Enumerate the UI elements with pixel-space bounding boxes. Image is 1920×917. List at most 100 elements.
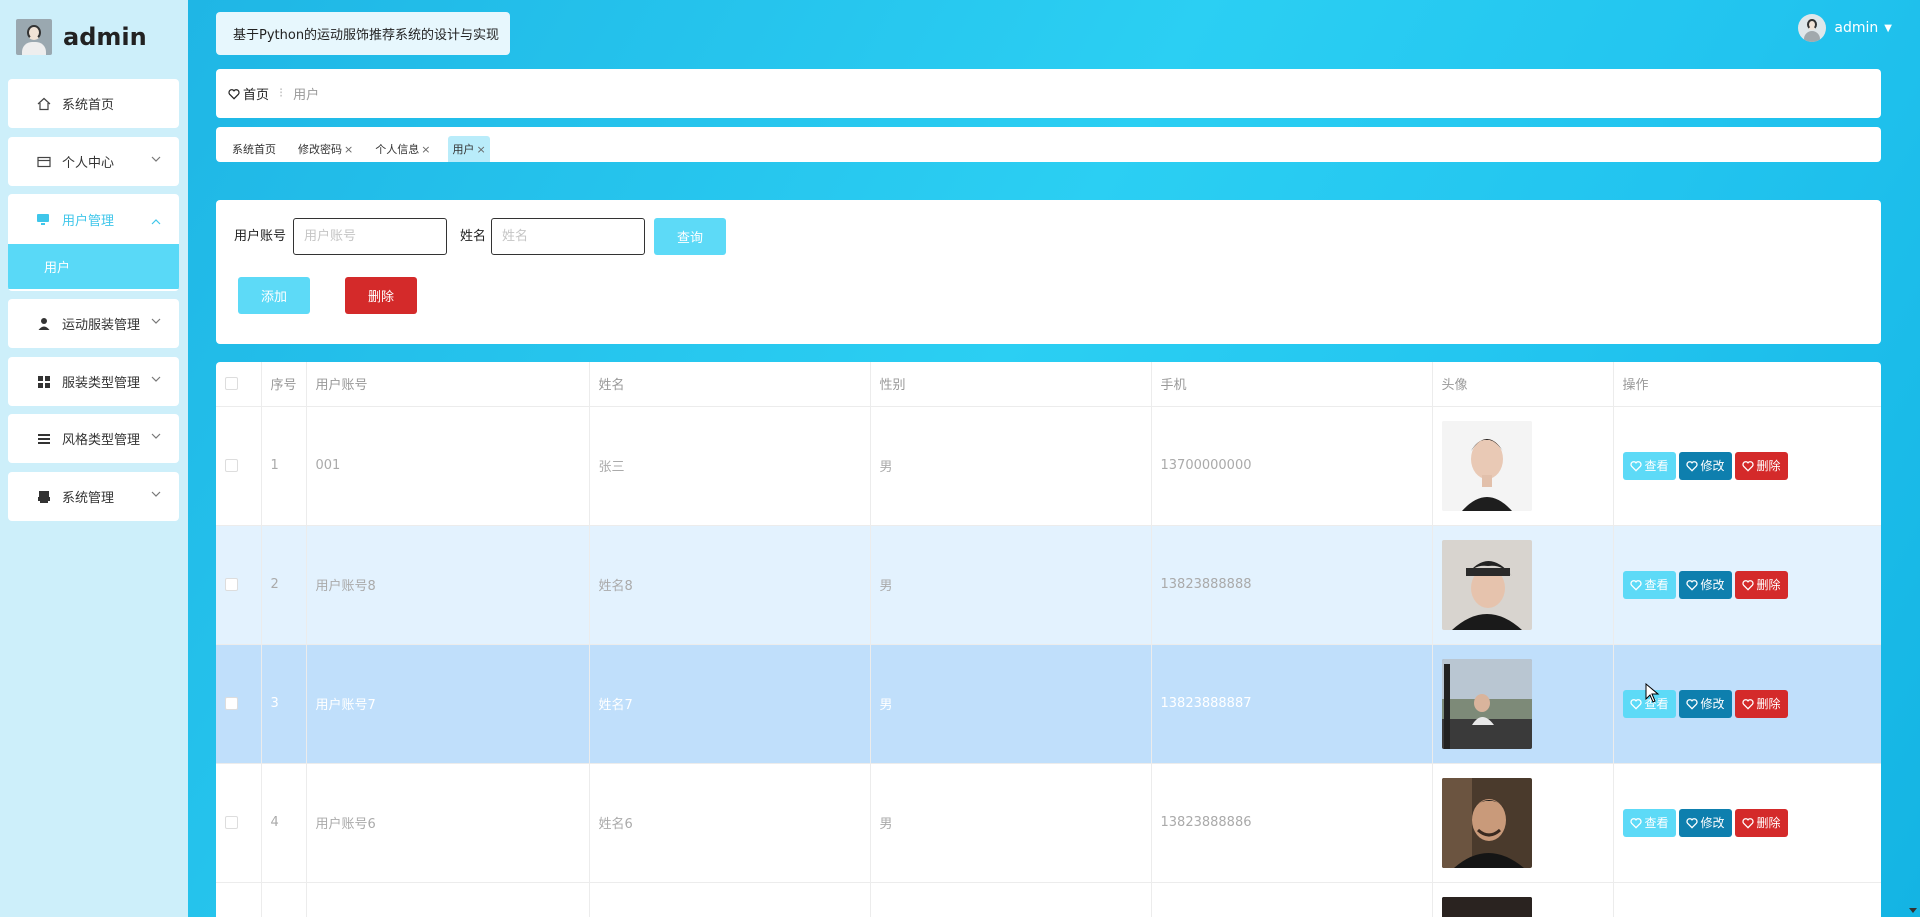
edit-button[interactable]: 修改	[1678, 689, 1732, 718]
sidebar-item-label: 用户管理	[62, 213, 115, 229]
gender-cell: 男	[870, 525, 1152, 645]
breadcrumb-home-label: 首页	[243, 88, 270, 103]
breadcrumb-home[interactable]: 首页	[228, 84, 269, 103]
edit-label: 修改	[1700, 578, 1725, 592]
row-checkbox-cell	[216, 525, 262, 645]
account-cell: 001	[306, 406, 590, 526]
avatar-cell	[1432, 644, 1614, 764]
delete-label: 删除	[1756, 459, 1781, 473]
user-name: admin	[1834, 20, 1879, 36]
delete-button[interactable]: 删除	[1734, 689, 1788, 718]
account-search-input[interactable]	[293, 218, 447, 255]
avatar	[16, 19, 52, 55]
table-row[interactable]: 1 001 张三 男 13700000000 查看 修改 删除	[216, 406, 1881, 526]
actions-cell: 查看 修改 删除	[1613, 644, 1881, 764]
brand-name: admin	[63, 23, 147, 51]
batch-delete-button[interactable]: 删除	[345, 277, 417, 314]
name-search-input[interactable]	[491, 218, 645, 255]
sidebar-item-style-type[interactable]: 风格类型管理	[8, 414, 179, 463]
tab-home[interactable]: 系统首页	[228, 136, 280, 162]
tab-change-password[interactable]: 修改密码 ×	[294, 136, 357, 162]
add-button[interactable]: 添加	[238, 277, 310, 314]
chevron-down-icon	[151, 489, 161, 500]
sidebar-item-home[interactable]: 系统首页	[8, 79, 179, 128]
edit-button[interactable]: 修改	[1678, 808, 1732, 837]
column-header: 手机	[1151, 362, 1433, 407]
select-all-checkbox[interactable]	[225, 377, 238, 391]
sidebar-brand: admin	[16, 18, 147, 56]
index-cell	[261, 882, 307, 917]
close-icon[interactable]: ×	[344, 143, 353, 156]
scroll-down-icon[interactable]	[1908, 905, 1918, 915]
person-icon	[36, 316, 52, 332]
sidebar-group-user-management: 用户管理 用户	[8, 194, 179, 291]
name-cell: 张三	[589, 406, 871, 526]
index-cell: 3	[261, 644, 307, 764]
column-header: 序号	[261, 362, 307, 407]
chevron-up-icon	[151, 214, 161, 229]
delete-button[interactable]: 删除	[1734, 808, 1788, 837]
avatar-cell	[1432, 525, 1614, 645]
table-row[interactable]	[216, 882, 1881, 917]
sidebar: admin 系统首页 个人中心 用户管理 用户 运动服装管理 服装类型管理 风格…	[0, 0, 188, 917]
avatar	[1798, 14, 1827, 42]
sidebar-item-label: 系统首页	[62, 98, 115, 113]
edit-button[interactable]: 修改	[1678, 451, 1732, 480]
gender-cell: 男	[870, 763, 1152, 883]
name-cell: 姓名6	[589, 763, 871, 883]
gender-cell	[870, 882, 1152, 917]
heart-icon	[1685, 698, 1698, 710]
row-checkbox-cell	[216, 406, 262, 526]
row-checkbox[interactable]	[225, 697, 238, 710]
chevron-down-icon	[151, 431, 161, 442]
actions-cell: 查看 修改 删除	[1613, 525, 1881, 645]
sidebar-item-system[interactable]: 系统管理	[8, 472, 179, 521]
user-table: 序号 用户账号 姓名 性别 手机 头像 操作 1 001 张三 男 137000…	[216, 362, 1881, 917]
column-header: 用户账号	[306, 362, 590, 407]
delete-button[interactable]: 删除	[1734, 570, 1788, 599]
row-checkbox[interactable]	[225, 459, 238, 472]
list-icon	[36, 431, 52, 447]
user-menu[interactable]: admin ▼	[1798, 14, 1892, 42]
table-header: 序号 用户账号 姓名 性别 手机 头像 操作	[216, 362, 1881, 407]
index-cell: 1	[261, 406, 307, 526]
heart-icon	[1629, 579, 1642, 591]
close-icon[interactable]: ×	[421, 143, 430, 156]
index-cell: 4	[261, 763, 307, 883]
heart-icon	[1741, 698, 1754, 710]
sidebar-item-clothing-type[interactable]: 服装类型管理	[8, 357, 179, 406]
delete-label: 删除	[1756, 697, 1781, 711]
mouse-cursor	[1645, 683, 1660, 703]
printer-icon	[36, 489, 52, 505]
tab-personal-info[interactable]: 个人信息 ×	[371, 136, 434, 162]
table-row[interactable]: 4 用户账号6 姓名6 男 13823888886 查看 修改 删除	[216, 763, 1881, 883]
account-label: 用户账号	[234, 229, 287, 244]
delete-button[interactable]: 删除	[1734, 451, 1788, 480]
column-header: 头像	[1432, 362, 1614, 407]
main-area: 基于Python的运动服饰推荐系统的设计与实现 admin ▼ 首页 ⁝ 用户 …	[188, 0, 1920, 917]
gender-cell: 男	[870, 406, 1152, 526]
tab-user[interactable]: 用户 ×	[448, 136, 490, 162]
delete-label: 删除	[1756, 816, 1781, 830]
phone-cell: 13823888887	[1151, 644, 1433, 764]
view-button[interactable]: 查看	[1622, 808, 1676, 837]
user-photo	[1441, 420, 1532, 511]
row-checkbox[interactable]	[225, 816, 238, 829]
sidebar-item-sportswear[interactable]: 运动服装管理	[8, 299, 179, 348]
account-cell: 用户账号6	[306, 763, 590, 883]
table-row[interactable]: 2 用户账号8 姓名8 男 13823888888 查看 修改 删除	[216, 525, 1881, 645]
edit-button[interactable]: 修改	[1678, 570, 1732, 599]
name-cell: 姓名8	[589, 525, 871, 645]
sidebar-item-personal[interactable]: 个人中心	[8, 137, 179, 186]
sidebar-item-user-management[interactable]: 用户管理	[8, 194, 179, 244]
view-button[interactable]: 查看	[1622, 451, 1676, 480]
sidebar-subitem-user[interactable]: 用户	[8, 244, 179, 289]
view-button[interactable]: 查看	[1622, 570, 1676, 599]
row-checkbox[interactable]	[225, 578, 238, 591]
name-cell	[589, 882, 871, 917]
gender-cell: 男	[870, 644, 1152, 764]
close-icon[interactable]: ×	[476, 143, 485, 156]
query-button[interactable]: 查询	[654, 218, 726, 255]
table-row[interactable]: 3 用户账号7 姓名7 男 13823888887 查看 修改 删除	[216, 644, 1881, 764]
row-checkbox-cell	[216, 763, 262, 883]
